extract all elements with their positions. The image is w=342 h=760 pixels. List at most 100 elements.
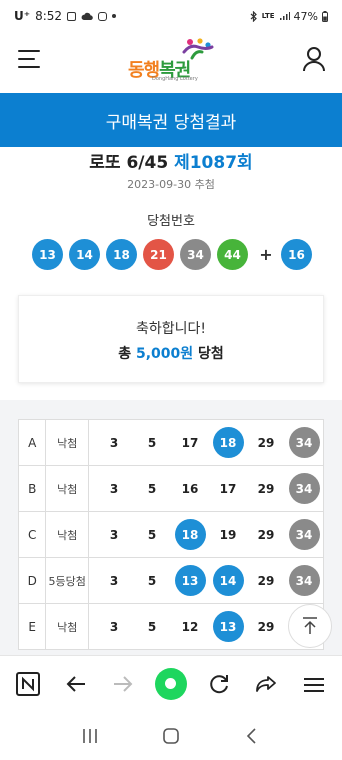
forward-arrow-icon[interactable] <box>105 666 141 702</box>
carrier-label: U⁺ <box>14 9 31 23</box>
ticket-label: B <box>17 465 47 512</box>
ticket-number: 19 <box>219 527 237 542</box>
ticket-number: 3 <box>109 619 119 634</box>
ticket-number: 5 <box>147 435 157 450</box>
result-card: 축하합니다! 총 5,000원 당첨 <box>18 295 324 383</box>
ticket-number: 29 <box>257 481 275 496</box>
ticket-row: D 5등당첨 3 5 13 14 29 34 <box>17 557 324 604</box>
ticket-label: D <box>17 557 47 604</box>
status-bar: U⁺ 8:52 LTE 47% <box>0 0 342 32</box>
ticket-numbers: 3 5 18 19 29 34 <box>88 511 324 558</box>
draw-round: 제1087회 <box>174 153 253 173</box>
ticket-rank: 낙첨 <box>45 465 89 512</box>
ticket-number: 5 <box>147 573 157 588</box>
ticket-row: C 낙첨 3 5 18 19 29 34 <box>17 511 324 558</box>
ticket-number-matched: 14 <box>209 565 247 596</box>
ticket-row: E낙첨3512132934 <box>17 603 324 650</box>
battery-icon <box>322 10 328 22</box>
ticket-number: 17 <box>181 435 199 450</box>
share-icon[interactable] <box>248 666 284 702</box>
ticket-numbers: 3 5 13 14 29 34 <box>88 557 324 604</box>
home-button-icon[interactable] <box>161 726 181 746</box>
hamburger-menu-icon[interactable] <box>18 50 40 68</box>
ticket-result-table: A 낙첨 3 5 17 18 29 34 B 낙첨 3 5 16 17 29 34 C 낙첨 3 5 18 19 29 34 D… <box>17 419 324 650</box>
winning-ball: 44 <box>217 239 248 270</box>
naver-icon[interactable] <box>10 666 46 702</box>
ticket-number: 12 <box>181 619 199 634</box>
congrats-message: 축하합니다! <box>135 321 206 337</box>
donghang-lottery-logo[interactable]: 동행복권 DongHang Lottery <box>128 38 218 82</box>
arrow-to-top-icon[interactable] <box>288 604 332 648</box>
matched-ball: 34 <box>288 519 320 550</box>
system-navigation-bar <box>0 711 342 760</box>
home-icon[interactable] <box>153 666 189 702</box>
ticket-rank: 낙첨 <box>45 603 89 650</box>
winning-ball: 18 <box>106 239 137 270</box>
bluetooth-icon <box>250 10 257 22</box>
status-right: LTE 47% <box>250 10 328 23</box>
ticket-number: 5 <box>147 481 157 496</box>
winning-ball: 13 <box>32 239 63 270</box>
signal-icon <box>279 12 290 20</box>
winning-ball: 14 <box>69 239 100 270</box>
prize-amount: 5,000원 <box>135 346 194 362</box>
ticket-number-matched: 18 <box>209 427 247 458</box>
prize-prefix: 총 <box>118 346 136 362</box>
back-arrow-icon[interactable] <box>58 666 94 702</box>
ticket-number: 29 <box>257 619 275 634</box>
prize-summary: 총 5,000원 당첨 <box>19 343 323 363</box>
ticket-number-matched: 34 <box>285 473 323 504</box>
ticket-label: E <box>17 603 47 650</box>
matched-ball: 34 <box>288 473 320 504</box>
user-icon[interactable] <box>302 46 326 72</box>
browser-toolbar <box>0 655 342 711</box>
draw-title: 로또 6/45 제1087회 <box>0 148 342 173</box>
ticket-number: 3 <box>109 527 119 542</box>
status-left: U⁺ 8:52 <box>14 9 117 23</box>
ticket-number: 16 <box>181 481 199 496</box>
winning-numbers-label: 당첨번호 <box>147 214 195 229</box>
ticket-numbers: 3 5 16 17 29 34 <box>88 465 324 512</box>
ticket-rank: 낙첨 <box>45 419 89 466</box>
ticket-row: A 낙첨 3 5 17 18 29 34 <box>17 419 324 466</box>
matched-ball: 34 <box>288 565 320 596</box>
recent-apps-icon[interactable] <box>80 727 100 745</box>
more-notifications-dot <box>112 14 117 18</box>
bonus-plus-sign: + <box>259 245 273 264</box>
ticket-rank: 5등당첨 <box>45 557 89 604</box>
refresh-icon[interactable] <box>201 666 237 702</box>
ticket-numbers: 3 5 17 18 29 34 <box>88 419 324 466</box>
back-icon[interactable] <box>242 726 262 746</box>
matched-ball: 13 <box>212 611 244 642</box>
ticket-number: 29 <box>257 573 275 588</box>
app-header: 동행복권 DongHang Lottery <box>0 32 342 92</box>
ticket-row: B 낙첨 3 5 16 17 29 34 <box>17 465 324 512</box>
matched-ball: 18 <box>174 519 206 550</box>
ticket-number-matched: 34 <box>285 427 323 458</box>
bonus-ball: 16 <box>281 239 312 270</box>
battery-percent: 47% <box>293 9 318 23</box>
matched-ball: 18 <box>212 427 244 458</box>
ticket-number-matched: 13 <box>209 611 247 642</box>
ticket-number: 29 <box>257 435 275 450</box>
ticket-number-matched: 34 <box>285 519 323 550</box>
more-menu-icon[interactable] <box>296 666 332 702</box>
page-title: 구매복권 당첨결과 <box>105 112 237 133</box>
ticket-number-matched: 18 <box>171 519 209 550</box>
ticket-number: 29 <box>257 527 275 542</box>
ticket-label: C <box>17 511 47 558</box>
matched-ball: 14 <box>212 565 244 596</box>
prize-suffix: 당첨 <box>193 346 224 362</box>
draw-date: 2023-09-30 추첨 <box>127 178 215 191</box>
ticket-label: A <box>17 419 47 466</box>
ticket-number-matched: 34 <box>285 565 323 596</box>
gallery-notification-icon <box>67 11 77 21</box>
ticket-number: 3 <box>109 573 119 588</box>
winning-numbers: 13 14 18 21 34 44 +16 <box>32 239 318 270</box>
network-type: LTE <box>261 12 275 20</box>
ticket-number: 5 <box>147 619 157 634</box>
cloud-icon <box>81 12 93 20</box>
ticket-number-matched: 13 <box>171 565 209 596</box>
ticket-number: 3 <box>109 435 119 450</box>
ticket-number: 17 <box>219 481 237 496</box>
